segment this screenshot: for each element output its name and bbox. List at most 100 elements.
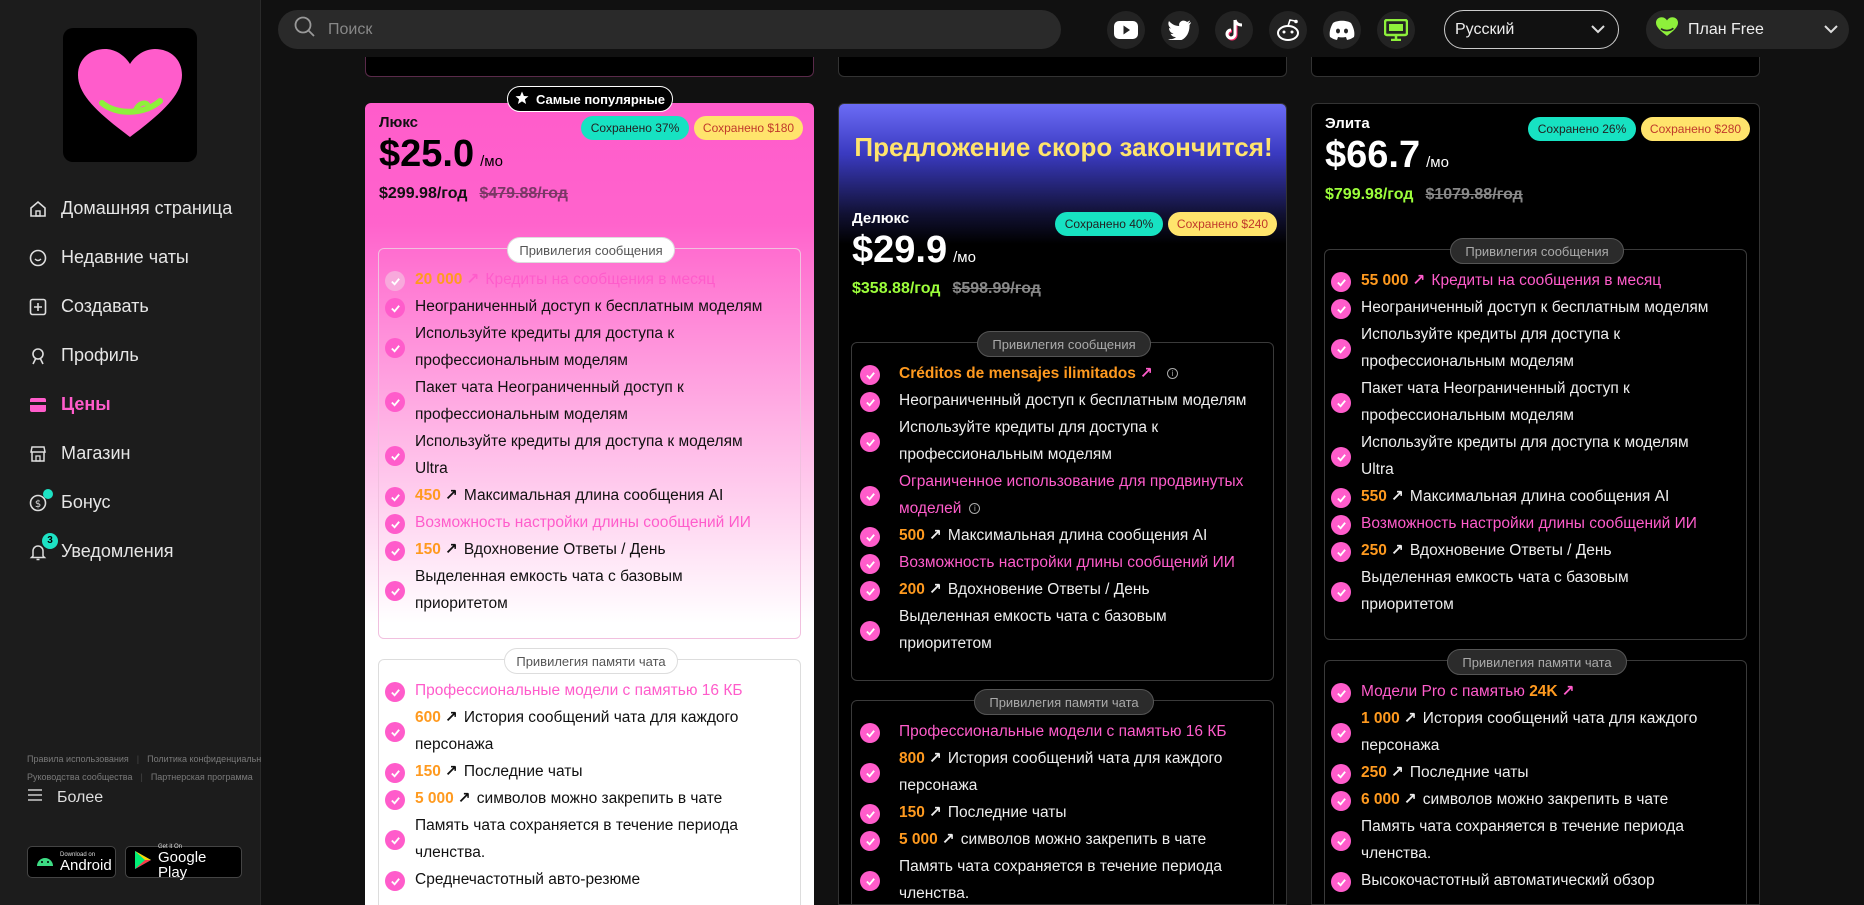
- yearly-old-price: $479.88/год: [479, 185, 568, 202]
- star-icon: [515, 91, 529, 108]
- check-icon: [385, 487, 405, 507]
- previous-card-bottom: [838, 57, 1287, 77]
- feature-text-line2: членства.: [899, 885, 970, 902]
- reddit-button[interactable]: [1269, 11, 1307, 49]
- feature-text-line1: Память чата сохраняется в течение период…: [1361, 818, 1684, 835]
- plus-square-icon: [27, 296, 49, 318]
- feature-text-line1: Пакет чата Неограниченный доступ к: [1361, 380, 1630, 397]
- twitter-icon: [1168, 20, 1191, 40]
- top-bar: Поиск Русский План Free: [261, 0, 1864, 58]
- feature-max-length: 450 ↗ Максимальная длина сообщения AI: [415, 482, 723, 509]
- feature-number: 55 000: [1361, 272, 1409, 289]
- sidebar-item-label: Уведомления: [61, 541, 174, 561]
- arrow-up-icon: ↗: [457, 790, 471, 807]
- arrow-up-icon: ↗: [928, 527, 942, 544]
- feature-history: 800 ↗ История сообщений чата для каждого пе…: [899, 745, 1222, 799]
- feature-text-line2: профессиональным моделям: [1361, 353, 1574, 370]
- sidebar-item-create[interactable]: Создавать: [0, 282, 261, 331]
- sidebar-item-profile[interactable]: Профиль: [0, 331, 261, 380]
- info-icon[interactable]: i: [1166, 368, 1178, 380]
- feature-text-line1: Ограниченное использование для продвинут…: [899, 473, 1244, 490]
- arrow-up-icon: ↗: [1412, 272, 1426, 289]
- sidebar-item-bonus[interactable]: $ Бонус: [0, 478, 261, 527]
- desktop-app-button[interactable]: [1377, 11, 1415, 49]
- search-input[interactable]: Поиск: [328, 21, 372, 39]
- feature-credits: 55 000 ↗ Кредиты на сообщения в месяц: [1361, 267, 1661, 294]
- check-icon: [385, 298, 405, 318]
- info-icon[interactable]: i: [969, 503, 981, 515]
- check-icon: [860, 432, 880, 452]
- tiktok-button[interactable]: [1215, 11, 1253, 49]
- feature-number: 5 000: [899, 831, 938, 848]
- monthly-price: $66.7/мо: [1325, 134, 1449, 177]
- yearly-price: $299.98/год $479.88/год: [379, 185, 568, 203]
- feature-pro-memory: Модели Pro с памятью 24K ↗: [1361, 678, 1581, 705]
- saved-amount-badge: Сохранено $180: [694, 116, 803, 140]
- feature-text-line2: членства.: [415, 844, 486, 861]
- sidebar-item-home[interactable]: Домашняя страница: [0, 184, 261, 233]
- plan-card-deluxe[interactable]: Предложение скоро закончится! Делюкс Сох…: [838, 103, 1287, 905]
- feature-history: 600 ↗ История сообщений чата для каждого пе…: [415, 704, 738, 758]
- previous-card-bottom: [1311, 57, 1760, 77]
- arrow-up-icon: ↗: [1390, 542, 1404, 559]
- feature-chat-pack: Пакет чата Неограниченный доступ к профес…: [1361, 375, 1630, 429]
- sidebar-item-label: Бонус: [61, 492, 111, 512]
- check-icon: [1331, 791, 1351, 811]
- feature-credits: 20 000 ↗ Кредиты на сообщения в месяц: [415, 266, 715, 293]
- price-period: /мо: [953, 249, 976, 266]
- arrow-up-icon: ↗: [1390, 488, 1404, 505]
- feature-pro-memory: Профессиональные модели с памятью 16 КБ: [899, 723, 1227, 740]
- sidebar-item-pricing[interactable]: Цены: [0, 380, 261, 429]
- sidebar-item-label: Создавать: [61, 296, 149, 316]
- app-logo[interactable]: [63, 28, 197, 162]
- more-label: Более: [57, 788, 104, 806]
- check-icon: [860, 763, 880, 783]
- sidebar-item-label: Цены: [61, 394, 111, 414]
- price-period: /мо: [480, 153, 503, 170]
- feature-text-line1: Пакет чата Неограниченный доступ к: [415, 379, 684, 396]
- arrow-up-icon: ↗: [466, 271, 480, 288]
- sidebar-item-store[interactable]: Магазин: [0, 429, 261, 478]
- feature-dedicated-capacity: Выделенная емкость чата с базовым приорит…: [899, 603, 1167, 657]
- feature-pro-memory: Профессиональные модели с памятью 16 КБ: [415, 682, 743, 699]
- feature-text: Последние чаты: [463, 763, 583, 780]
- language-select[interactable]: Русский: [1444, 10, 1619, 49]
- feature-text-line2: Ultra: [1361, 461, 1394, 478]
- feature-text-line2: профессиональным моделям: [415, 352, 628, 369]
- plan-dropdown[interactable]: План Free: [1646, 10, 1849, 49]
- feature-number: 600: [415, 709, 441, 726]
- more-button[interactable]: Более: [27, 788, 103, 807]
- price-period: /мо: [1426, 154, 1449, 171]
- store-icon: [27, 443, 49, 465]
- sidebar-item-notifications[interactable]: 3 Уведомления: [0, 527, 261, 576]
- terms-link[interactable]: Правила использования: [27, 754, 129, 764]
- check-icon: [1331, 393, 1351, 413]
- twitter-button[interactable]: [1161, 11, 1199, 49]
- google-play-button[interactable]: Get it On Google Play: [125, 844, 242, 880]
- feature-pro-credits: Используйте кредиты для доступа к професс…: [899, 414, 1158, 468]
- privacy-link[interactable]: Политика конфиденциальности: [147, 754, 261, 764]
- plan-card-lux[interactable]: Люкс Сохранено 37% Сохранено $180 $25.0/…: [365, 103, 814, 905]
- feature-text: Максимальная длина сообщения AI: [1409, 488, 1670, 505]
- feature-pro-credits: Используйте кредиты для доступа к професс…: [415, 320, 674, 374]
- check-icon: [860, 723, 880, 743]
- search-bar[interactable]: Поиск: [278, 10, 1061, 49]
- yearly-old-price: $598.99/год: [952, 280, 1041, 297]
- youtube-button[interactable]: [1107, 11, 1145, 49]
- discord-button[interactable]: [1323, 11, 1361, 49]
- android-download-button[interactable]: Download on Android: [27, 846, 116, 878]
- feature-text-line2: персонажа: [899, 777, 978, 794]
- feature-number: 150: [415, 763, 441, 780]
- plan-card-elite[interactable]: Элита Сохранено 26% Сохранено $280 $66.7…: [1311, 103, 1760, 905]
- feature-number: 150: [415, 541, 441, 558]
- sidebar-item-recent-chats[interactable]: Недавние чаты: [0, 233, 261, 282]
- check-icon: [1331, 872, 1351, 892]
- feature-recent-chats: 250 ↗ Последние чаты: [1361, 759, 1529, 786]
- community-guidelines-link[interactable]: Руководства сообщества: [27, 772, 132, 782]
- search-icon: [294, 16, 316, 43]
- feature-max-length: 550 ↗ Максимальная длина сообщения AI: [1361, 483, 1669, 510]
- feature-dedicated-capacity: Выделенная емкость чата с базовым приорит…: [415, 563, 683, 617]
- offer-ending-banner: Предложение скоро закончится!: [854, 132, 1273, 162]
- google-play-icon: [134, 850, 152, 875]
- affiliate-link[interactable]: Партнерская программа: [151, 772, 253, 782]
